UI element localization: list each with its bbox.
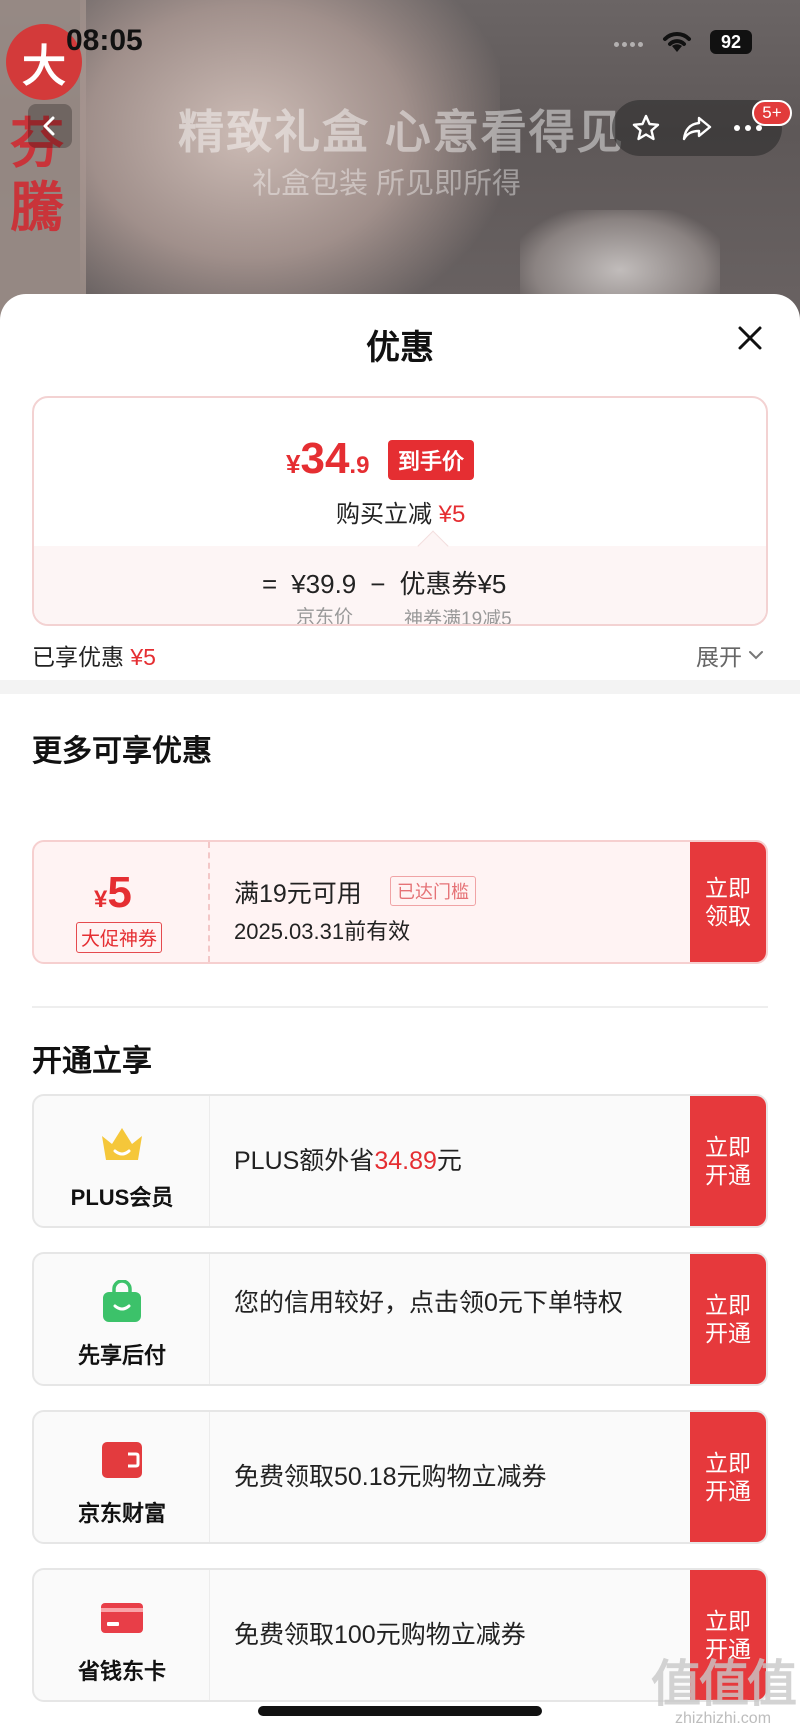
sheet-title: 优惠 (366, 329, 434, 367)
more-discounts-title: 更多可享优惠 (32, 735, 212, 768)
jd-wealth-card: 京东财富 免费领取50.18元购物立减券 立即 开通 (32, 1410, 768, 1544)
banner-slogan: 精致礼盒 心意看得见 (178, 106, 625, 158)
section-divider (0, 680, 800, 694)
activate-wealth-button[interactable]: 立即 开通 (690, 1412, 766, 1542)
activate-pay-later-button[interactable]: 立即 开通 (690, 1254, 766, 1384)
enjoyed-discount: 已享优惠 ¥5 (32, 644, 156, 670)
cellular-signal-icon (614, 42, 643, 47)
watermark: 值值值 zhizhizhi.com (651, 1656, 797, 1727)
base-price-caption: 京东价 (296, 607, 354, 626)
claim-coupon-button[interactable]: 立即 领取 (690, 842, 766, 962)
plus-membership-card: PLUS会员 PLUS额外省34.89元 立即 开通 (32, 1094, 768, 1228)
home-indicator[interactable] (258, 1706, 542, 1716)
favorite-button[interactable] (628, 110, 664, 146)
more-dots-icon (734, 125, 763, 131)
vip-description: 免费领取100元购物立减券 (234, 1621, 526, 1649)
open-benefits-title: 开通立享 (32, 1045, 152, 1078)
status-bar: 08:05 92 (0, 0, 800, 80)
wifi-icon (663, 32, 691, 52)
chevron-down-icon (749, 651, 763, 660)
shopping-bag-icon (103, 1280, 141, 1322)
message-badge: 5+ (752, 100, 792, 126)
price-breakdown-card: ¥34.9 到手价 购买立减 ¥5 = ¥39.9− 优惠券¥5 京东价 神券满19… (32, 396, 768, 626)
battery-indicator: 92 (710, 30, 752, 54)
activate-plus-button[interactable]: 立即 开通 (690, 1096, 766, 1226)
banner-subslogan: 礼盒包装 所见即所得 (252, 168, 522, 200)
threshold-badge: 已达门槛 (390, 876, 476, 906)
close-button[interactable] (730, 318, 770, 358)
vip-description: PLUS额外省34.89元 (234, 1147, 462, 1175)
status-time: 08:05 (66, 24, 143, 57)
share-icon (682, 116, 712, 141)
share-button[interactable] (679, 110, 715, 146)
vip-name: PLUS会员 (70, 1185, 174, 1210)
card-icon (101, 1603, 143, 1633)
coupon-type-label: 大促神券 (76, 922, 163, 953)
coupon-expiry: 2025.03.31前有效 (234, 919, 411, 944)
star-icon (632, 114, 659, 141)
chevron-left-icon (43, 116, 55, 136)
vip-name: 省钱东卡 (77, 1659, 166, 1684)
coupon-condition: 满19元可用 (234, 880, 362, 908)
coupon-caption: 神券满19减5 (404, 609, 512, 626)
wallet-icon (102, 1442, 142, 1478)
close-icon (738, 326, 762, 350)
final-price: ¥34.9 (286, 434, 370, 483)
discount-sheet: 优惠 ¥34.9 到手价 购买立减 ¥5 = ¥39.9− 优惠券¥5 京东价 神券… (0, 294, 800, 1731)
crown-icon (102, 1128, 142, 1160)
back-button[interactable] (28, 104, 72, 148)
expand-button[interactable]: 展开 (696, 638, 764, 672)
vip-name: 京东财富 (77, 1501, 166, 1526)
coupon-amount-area: ¥5 大促神券 (34, 842, 210, 962)
coupon-amount: ¥5 (94, 868, 132, 917)
instant-discount: 购买立减 ¥5 (336, 501, 466, 528)
vip-name: 先享后付 (77, 1343, 166, 1368)
list-divider (32, 1006, 768, 1008)
coupon-card: ¥5 大促神券 满19元可用 已达门槛 2025.03.31前有效 立即 领取 (32, 840, 768, 964)
price-formula: = ¥39.9− 优惠券¥5 (262, 569, 507, 599)
final-price-tag: 到手价 (388, 440, 475, 480)
pay-later-card: 先享后付 您的信用较好，点击领0元下单特权 立即 开通 (32, 1252, 768, 1386)
vip-description: 您的信用较好，点击领0元下单特权 (234, 1289, 623, 1317)
vip-description: 免费领取50.18元购物立减券 (234, 1463, 547, 1491)
